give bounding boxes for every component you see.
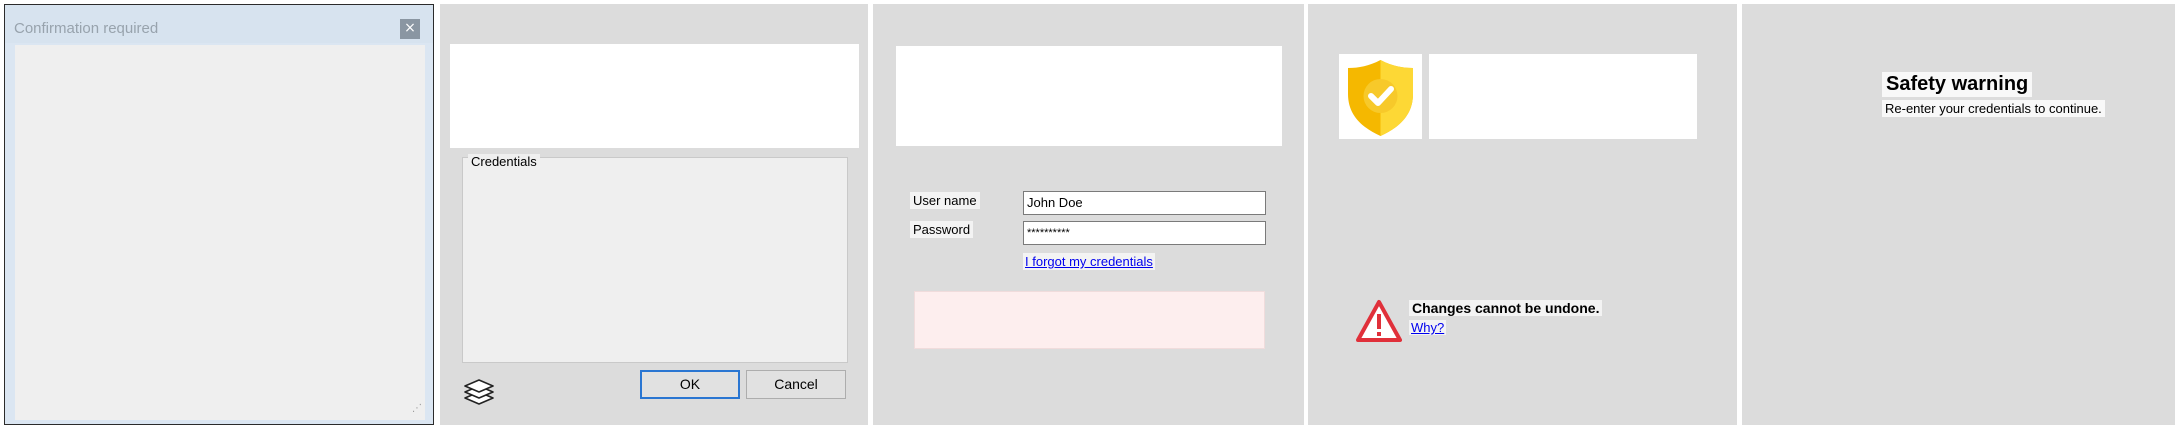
safety-warning-heading: Safety warning xyxy=(1882,72,2033,97)
forgot-credentials-link[interactable]: I forgot my credentials xyxy=(1023,253,1155,270)
user-name-field[interactable]: John Doe xyxy=(1023,191,1266,215)
warning-text: Changes cannot be undone. xyxy=(1409,300,1603,316)
error-message-box xyxy=(914,291,1265,349)
credentials-panel: Credentials OK Cancel xyxy=(440,4,868,425)
banner-area xyxy=(450,44,859,148)
banner-area xyxy=(896,46,1282,146)
dialog-client-area xyxy=(15,45,425,420)
warning-triangle-icon xyxy=(1356,300,1402,342)
title-bar[interactable]: Confirmation required × xyxy=(5,5,433,43)
login-panel: User name John Doe Password ********** I… xyxy=(873,4,1304,425)
resize-grip-icon[interactable]: ⋰ xyxy=(412,404,422,414)
password-label: Password xyxy=(910,221,974,238)
warning-panel: Changes cannot be undone. Why? xyxy=(1308,4,1737,425)
safety-panel: Safety warning Re-enter your credentials… xyxy=(1742,4,2175,425)
banner-area xyxy=(1429,54,1697,139)
credentials-group-label: Credentials xyxy=(468,154,540,169)
shield-container xyxy=(1339,54,1422,139)
confirmation-dialog: Confirmation required × ⋰ xyxy=(4,4,434,425)
ok-button[interactable]: OK xyxy=(640,370,740,399)
user-name-label: User name xyxy=(910,192,980,209)
shield-check-icon xyxy=(1348,60,1413,136)
password-field[interactable]: ********** xyxy=(1023,221,1266,245)
close-icon[interactable]: × xyxy=(400,19,420,39)
credentials-group xyxy=(462,157,848,363)
layers-icon xyxy=(464,379,494,405)
cancel-button[interactable]: Cancel xyxy=(746,370,846,399)
dialog-title: Confirmation required xyxy=(14,20,159,37)
safety-warning-subtext: Re-enter your credentials to continue. xyxy=(1882,100,2105,117)
why-link[interactable]: Why? xyxy=(1409,320,1447,335)
screen-root: Confirmation required × ⋰ Credentials OK… xyxy=(0,0,2179,429)
